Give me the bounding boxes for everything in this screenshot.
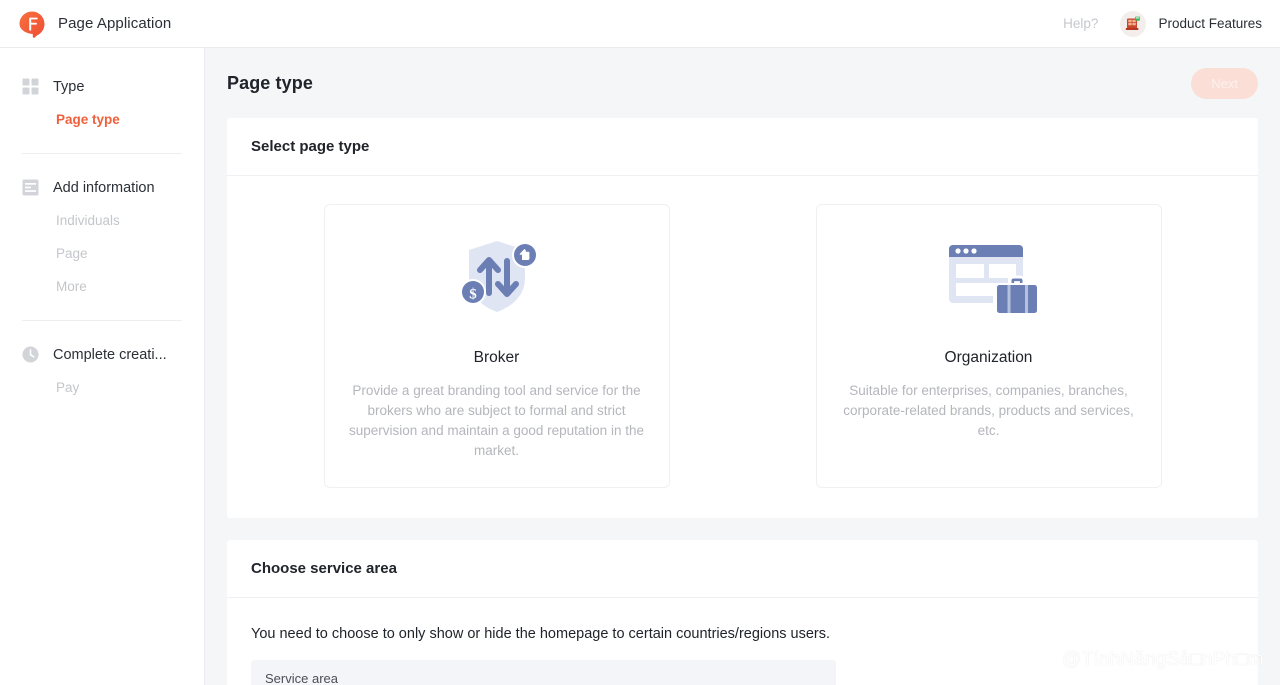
app-header: Page Application Help? Product Features bbox=[0, 0, 1280, 48]
page-type-card-broker[interactable]: $ Broker Provide a great branding tool a… bbox=[323, 204, 670, 488]
page-type-card-title: Broker bbox=[473, 349, 520, 366]
sidebar-group-add-information: Add information Individuals Page More bbox=[0, 171, 204, 303]
service-area-field-label: Service area bbox=[265, 671, 338, 685]
sidebar-group-type: Type Page type bbox=[0, 70, 204, 136]
page-title: Page type bbox=[227, 72, 313, 93]
select-page-type-panel: Select page type $ Broker Provide a grea… bbox=[227, 118, 1258, 518]
shield-exchange-icon: $ bbox=[349, 227, 645, 327]
next-button[interactable]: Next bbox=[1191, 67, 1258, 99]
svg-text:$: $ bbox=[469, 287, 477, 303]
sidebar-label-complete-creation: Complete creati... bbox=[53, 346, 167, 363]
clock-icon bbox=[22, 346, 39, 363]
grid-icon bbox=[22, 78, 39, 95]
document-lines-icon bbox=[22, 179, 39, 196]
brand-logo-icon bbox=[18, 10, 46, 38]
page-type-card-list: $ Broker Provide a great branding tool a… bbox=[251, 204, 1234, 488]
app-body: Type Page type Add information Individua… bbox=[0, 48, 1280, 685]
sidebar-subitem-page[interactable]: Page bbox=[0, 237, 204, 270]
sidebar: Type Page type Add information Individua… bbox=[0, 48, 205, 685]
sidebar-subitem-individuals[interactable]: Individuals bbox=[0, 204, 204, 237]
page-type-card-organization[interactable]: Organization Suitable for enterprises, c… bbox=[815, 204, 1162, 488]
browser-briefcase-icon bbox=[841, 227, 1137, 327]
sidebar-subitem-page-type[interactable]: Page type bbox=[0, 103, 204, 136]
sidebar-subitem-pay[interactable]: Pay bbox=[0, 371, 204, 404]
sidebar-label-type: Type bbox=[53, 78, 85, 95]
service-area-panel: Choose service area You need to choose t… bbox=[227, 540, 1258, 685]
main-content: Page type Next Select page type $ Broker… bbox=[205, 48, 1280, 685]
sidebar-label-add-information: Add information bbox=[53, 179, 155, 196]
service-area-heading: Choose service area bbox=[227, 540, 1258, 598]
page-type-card-description: Suitable for enterprises, companies, bra… bbox=[843, 383, 1134, 438]
account-name: Product Features bbox=[1158, 16, 1262, 31]
page-type-card-description: Provide a great branding tool and servic… bbox=[349, 383, 644, 458]
sidebar-subitem-more[interactable]: More bbox=[0, 270, 204, 303]
sidebar-divider-1 bbox=[22, 153, 182, 154]
sidebar-item-complete-creation[interactable]: Complete creati... bbox=[0, 338, 204, 371]
service-area-select[interactable]: Service area Select bbox=[251, 660, 836, 685]
shop-building-avatar-icon bbox=[1120, 10, 1147, 37]
page-header: Page type Next bbox=[205, 48, 1280, 118]
app-window: Page Application Help? Product Features … bbox=[0, 0, 1280, 685]
sidebar-item-add-information[interactable]: Add information bbox=[0, 171, 204, 204]
app-title: Page Application bbox=[58, 15, 172, 32]
sidebar-group-complete-creation: Complete creati... Pay bbox=[0, 338, 204, 404]
page-type-card-title: Organization bbox=[944, 349, 1033, 366]
sidebar-item-type[interactable]: Type bbox=[0, 70, 204, 103]
brand: Page Application bbox=[18, 10, 171, 38]
sidebar-divider-2 bbox=[22, 320, 182, 321]
help-link[interactable]: Help? bbox=[1063, 16, 1098, 31]
service-area-note: You need to choose to only show or hide … bbox=[251, 626, 831, 642]
header-actions: Help? Product Features bbox=[1063, 10, 1262, 37]
select-page-type-heading: Select page type bbox=[227, 118, 1258, 176]
account-menu[interactable]: Product Features bbox=[1120, 10, 1262, 37]
